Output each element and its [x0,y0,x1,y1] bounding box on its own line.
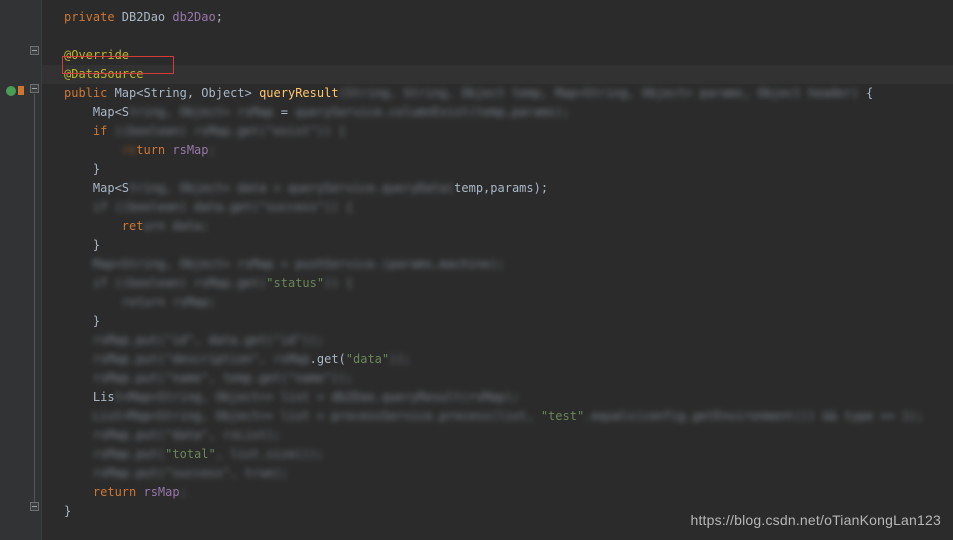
code-line: Map<String, Object> rsMap = queryService… [42,103,953,122]
code-line: public Map<String, Object> queryResult(S… [42,84,953,103]
change-marker[interactable] [6,86,16,96]
code-line: rsMap.put("total", list.size()); [42,445,953,464]
code-line: } [42,312,953,331]
code-line: } [42,236,953,255]
code-line: if ((boolean) rsMap.get("exist")) { [42,122,953,141]
code-line: private DB2Dao db2Dao; [42,8,953,27]
code-editor[interactable]: private DB2Dao db2Dao; @Override @DataSo… [42,0,953,540]
fold-icon[interactable] [30,502,39,511]
fold-icon[interactable] [30,84,39,93]
code-line: if ((boolean) data.get("success")) { [42,198,953,217]
code-line: return rsMap; [42,483,953,502]
code-line: return data; [42,217,953,236]
code-line: rsMap.put("id", data.get("id")); [42,331,953,350]
code-line: List<Map<String, Object>> list = db2Dao.… [42,388,953,407]
watermark: https://blog.csdn.net/oTianKongLan123 [690,512,941,528]
code-line: Map<String, Object> rsMap = pushService.… [42,255,953,274]
code-line: rsMap.put("success", true); [42,464,953,483]
code-line: rsMap.put("name", temp.get("name")); [42,369,953,388]
fold-guide [34,94,35,502]
code-line: @Override [42,46,953,65]
code-line: return rsMap; [42,293,953,312]
code-line: return rsMap; [42,141,953,160]
override-marker[interactable] [18,86,24,95]
code-line: @DataSource [42,65,953,84]
code-line: } [42,160,953,179]
fold-icon[interactable] [30,46,39,55]
code-line: rsMap.put("data", rsList); [42,426,953,445]
code-line: if ((boolean) rsMap.get("status")) { [42,274,953,293]
code-line: rsMap.put("description", rsMap.get("data… [42,350,953,369]
code-line: Map<String, Object> data = queryService.… [42,179,953,198]
gutter [0,0,42,540]
code-line [42,27,953,46]
code-line: List<Map<String, Object>> list = process… [42,407,953,426]
